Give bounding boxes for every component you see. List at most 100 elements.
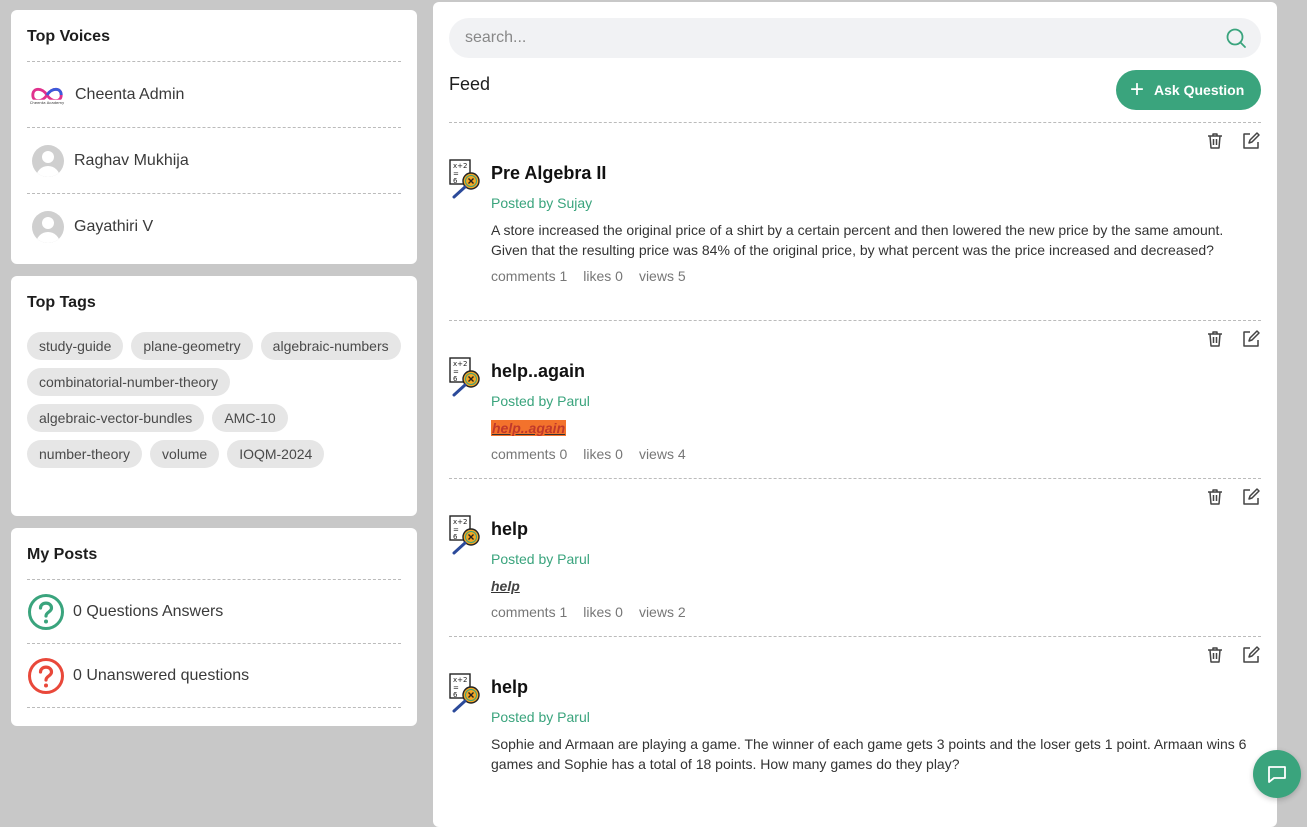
- tag-chip[interactable]: volume: [150, 440, 220, 468]
- tag-chip[interactable]: AMC-10: [212, 404, 288, 432]
- trash-icon[interactable]: [1205, 645, 1225, 665]
- post-text: A store increased the original price of …: [491, 222, 1224, 258]
- top-voices-card: Top Voices Cheenta Academy Cheenta Admin…: [11, 10, 417, 264]
- feed-post: x+2 = 6 Pre Algebra II Posted by Sujay A…: [449, 122, 1261, 320]
- post-author[interactable]: Posted by Parul: [491, 709, 1261, 725]
- post-actions: [1205, 487, 1261, 507]
- my-posts-card: My Posts 0 Questions Answers 0 Unanswere…: [11, 528, 417, 726]
- voice-item[interactable]: Raghav Mukhija: [27, 128, 401, 194]
- ask-question-label: Ask Question: [1154, 82, 1245, 98]
- plus-icon: +: [1130, 76, 1145, 103]
- search-bar: [449, 18, 1261, 58]
- svg-text:Cheenta Academy: Cheenta Academy: [30, 100, 65, 105]
- question-answered-icon: [28, 593, 64, 630]
- edit-icon[interactable]: [1241, 329, 1261, 349]
- post-stats: comments 1 likes 0 views 2: [491, 604, 1261, 620]
- views-count: views 4: [638, 446, 686, 462]
- comments-count[interactable]: comments 1: [491, 268, 567, 284]
- chat-bubble-icon: [1268, 766, 1286, 783]
- post-text: help..again: [491, 418, 1261, 438]
- svg-text:x+2: x+2: [453, 162, 467, 170]
- post-title[interactable]: Pre Algebra II: [491, 163, 1261, 184]
- feed-title: Feed: [449, 74, 491, 94]
- math-question-icon: x+2 = 6: [449, 159, 480, 199]
- feed-post: x+2 = 6 help..again Posted by Parul help…: [449, 320, 1261, 478]
- svg-text:x+2: x+2: [453, 676, 467, 684]
- top-tags-card: Top Tags study-guide plane-geometry alge…: [11, 276, 417, 516]
- svg-text:6: 6: [453, 533, 458, 541]
- voice-name: Gayathiri V: [74, 218, 154, 235]
- likes-count[interactable]: likes 0: [583, 268, 623, 284]
- unanswered-label: 0 Unanswered questions: [73, 666, 250, 684]
- left-sidebar: Top Voices Cheenta Academy Cheenta Admin…: [11, 10, 417, 726]
- post-text-link[interactable]: help: [491, 578, 520, 594]
- my-posts-title: My Posts: [27, 546, 401, 580]
- search-input[interactable]: [465, 18, 1205, 58]
- post-text-link[interactable]: help..again: [491, 420, 567, 436]
- tag-chip[interactable]: IOQM-2024: [227, 440, 325, 468]
- post-stats: comments 0 likes 0 views 4: [491, 446, 1261, 462]
- voice-item[interactable]: Cheenta Academy Cheenta Admin: [27, 62, 401, 128]
- voice-name: Raghav Mukhija: [74, 151, 189, 169]
- post-author[interactable]: Posted by Sujay: [491, 195, 1261, 211]
- tag-chip[interactable]: algebraic-numbers: [260, 332, 401, 360]
- post-author[interactable]: Posted by Parul: [491, 551, 1261, 567]
- post-actions: [1205, 329, 1261, 349]
- default-user-icon: [32, 211, 64, 243]
- post-body: Pre Algebra II Posted by Sujay A store i…: [491, 163, 1261, 284]
- top-voices-title: Top Voices: [27, 28, 401, 62]
- post-stats: comments 1 likes 0 views 5: [491, 268, 1261, 284]
- post-title[interactable]: help: [491, 519, 1261, 540]
- views-count: views 2: [638, 604, 686, 620]
- feed-panel: Feed + Ask Question x+2 = 6 Pre Algebra …: [433, 2, 1277, 827]
- ask-question-button[interactable]: + Ask Question: [1116, 70, 1261, 110]
- svg-text:x+2: x+2: [453, 518, 467, 526]
- svg-text:6: 6: [453, 375, 458, 383]
- math-question-icon: x+2 = 6: [449, 673, 480, 713]
- edit-icon[interactable]: [1241, 487, 1261, 507]
- trash-icon[interactable]: [1205, 131, 1225, 151]
- likes-count[interactable]: likes 0: [583, 446, 623, 462]
- post-actions: [1205, 645, 1261, 665]
- post-text: Sophie and Armaan are playing a game. Th…: [491, 736, 1247, 772]
- comments-count[interactable]: comments 1: [491, 604, 567, 620]
- post-body: help Posted by Parul Sophie and Armaan a…: [491, 677, 1261, 774]
- chat-button[interactable]: [1253, 750, 1301, 798]
- voice-name: Cheenta Admin: [75, 85, 185, 103]
- svg-text:6: 6: [453, 691, 458, 699]
- comments-count[interactable]: comments 0: [491, 446, 567, 462]
- feed-post: x+2 = 6 help Posted by Parul Sophie and …: [449, 636, 1261, 827]
- answered-label: 0 Questions Answers: [73, 602, 224, 620]
- post-body: help..again Posted by Parul help..again …: [491, 361, 1261, 462]
- edit-icon[interactable]: [1241, 131, 1261, 151]
- tag-list: study-guide plane-geometry algebraic-num…: [27, 322, 401, 468]
- math-question-icon: x+2 = 6: [449, 515, 480, 555]
- feed-post: x+2 = 6 help Posted by Parul help commen…: [449, 478, 1261, 636]
- tag-chip[interactable]: plane-geometry: [131, 332, 253, 360]
- edit-icon[interactable]: [1241, 645, 1261, 665]
- search-icon[interactable]: [1225, 27, 1247, 49]
- cheenta-logo-icon: Cheenta Academy: [29, 77, 65, 113]
- voice-item[interactable]: Gayathiri V: [27, 194, 401, 260]
- trash-icon[interactable]: [1205, 329, 1225, 349]
- post-title[interactable]: help..again: [491, 361, 1261, 382]
- views-count: views 5: [638, 268, 686, 284]
- post-title[interactable]: help: [491, 677, 1261, 698]
- answered-questions-item[interactable]: 0 Questions Answers: [27, 580, 401, 644]
- trash-icon[interactable]: [1205, 487, 1225, 507]
- question-unanswered-icon: [28, 657, 64, 694]
- unanswered-questions-item[interactable]: 0 Unanswered questions: [27, 644, 401, 708]
- svg-text:6: 6: [453, 177, 458, 185]
- post-text: help: [491, 576, 1261, 596]
- post-body: help Posted by Parul help comments 1 lik…: [491, 519, 1261, 620]
- tag-chip[interactable]: number-theory: [27, 440, 143, 468]
- default-user-icon: [32, 144, 64, 177]
- tag-chip[interactable]: algebraic-vector-bundles: [27, 404, 205, 432]
- post-actions: [1205, 131, 1261, 151]
- likes-count[interactable]: likes 0: [583, 604, 623, 620]
- post-author[interactable]: Posted by Parul: [491, 393, 1261, 409]
- tag-chip[interactable]: combinatorial-number-theory: [27, 368, 230, 396]
- top-tags-title: Top Tags: [27, 294, 96, 311]
- svg-text:x+2: x+2: [453, 360, 467, 368]
- tag-chip[interactable]: study-guide: [27, 332, 124, 360]
